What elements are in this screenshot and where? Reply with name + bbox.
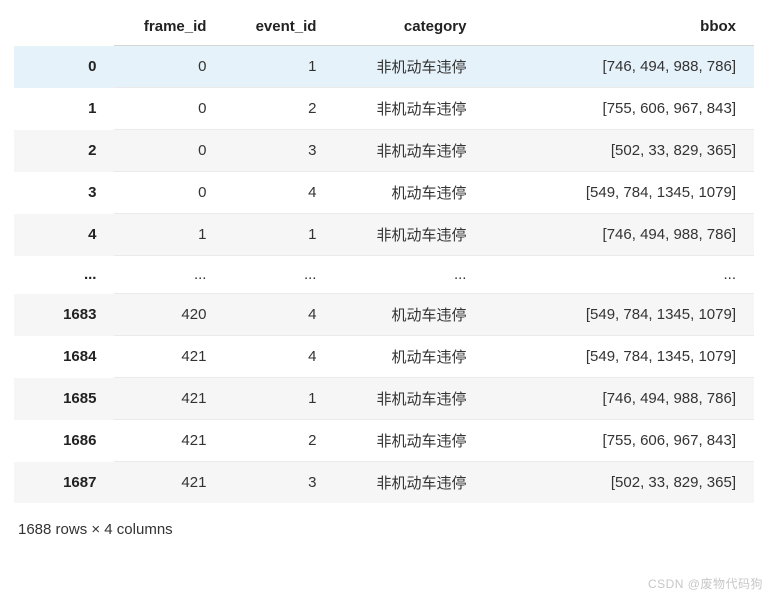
table-row: 001非机动车违停[746, 494, 988, 786] xyxy=(14,46,754,88)
row-index: 0 xyxy=(14,46,114,88)
cell-event_id: 1 xyxy=(224,46,334,88)
row-index: 1685 xyxy=(14,378,114,420)
cell-event_id: 4 xyxy=(224,336,334,378)
cell-category: 非机动车违停 xyxy=(334,88,484,130)
cell-category: ... xyxy=(334,256,484,294)
table-row: 16834204机动车违停[549, 784, 1345, 1079] xyxy=(14,294,754,336)
table-body: 001非机动车违停[746, 494, 988, 786]102非机动车违停[7… xyxy=(14,46,754,504)
cell-frame_id: 0 xyxy=(114,46,224,88)
row-index: 1686 xyxy=(14,420,114,462)
cell-event_id: 2 xyxy=(224,88,334,130)
row-index: ... xyxy=(14,256,114,294)
table-row: 102非机动车违停[755, 606, 967, 843] xyxy=(14,88,754,130)
cell-frame_id: 421 xyxy=(114,420,224,462)
cell-category: 非机动车违停 xyxy=(334,214,484,256)
cell-category: 机动车违停 xyxy=(334,336,484,378)
dataframe-table: frame_id event_id category bbox 001非机动车违… xyxy=(14,8,754,503)
cell-bbox: [746, 494, 988, 786] xyxy=(484,214,754,256)
cell-bbox: [549, 784, 1345, 1079] xyxy=(484,336,754,378)
cell-frame_id: 1 xyxy=(114,214,224,256)
col-header-frame-id: frame_id xyxy=(114,8,224,46)
cell-category: 机动车违停 xyxy=(334,172,484,214)
cell-category: 非机动车违停 xyxy=(334,130,484,172)
cell-bbox: [502, 33, 829, 365] xyxy=(484,462,754,504)
cell-event_id: 1 xyxy=(224,214,334,256)
table-row: 304机动车违停[549, 784, 1345, 1079] xyxy=(14,172,754,214)
cell-category: 非机动车违停 xyxy=(334,462,484,504)
cell-bbox: [746, 494, 988, 786] xyxy=(484,46,754,88)
cell-bbox: [549, 784, 1345, 1079] xyxy=(484,172,754,214)
cell-event_id: 3 xyxy=(224,462,334,504)
cell-event_id: ... xyxy=(224,256,334,294)
cell-event_id: 1 xyxy=(224,378,334,420)
cell-frame_id: 421 xyxy=(114,336,224,378)
cell-category: 非机动车违停 xyxy=(334,378,484,420)
cell-event_id: 3 xyxy=(224,130,334,172)
col-header-event-id: event_id xyxy=(224,8,334,46)
cell-category: 非机动车违停 xyxy=(334,420,484,462)
row-index: 1 xyxy=(14,88,114,130)
cell-bbox: [755, 606, 967, 843] xyxy=(484,88,754,130)
cell-frame_id: 420 xyxy=(114,294,224,336)
cell-event_id: 4 xyxy=(224,172,334,214)
cell-category: 机动车违停 xyxy=(334,294,484,336)
row-index: 3 xyxy=(14,172,114,214)
index-header xyxy=(14,8,114,46)
col-header-category: category xyxy=(334,8,484,46)
cell-category: 非机动车违停 xyxy=(334,46,484,88)
cell-bbox: [502, 33, 829, 365] xyxy=(484,130,754,172)
table-row: 16844214机动车违停[549, 784, 1345, 1079] xyxy=(14,336,754,378)
watermark-text: CSDN @废物代码狗 xyxy=(648,575,763,592)
cell-frame_id: 0 xyxy=(114,130,224,172)
summary-text: 1688 rows × 4 columns xyxy=(14,521,763,538)
row-index: 4 xyxy=(14,214,114,256)
table-row: 16854211非机动车违停[746, 494, 988, 786] xyxy=(14,378,754,420)
table-row: ............... xyxy=(14,256,754,294)
cell-bbox: [746, 494, 988, 786] xyxy=(484,378,754,420)
cell-bbox: [549, 784, 1345, 1079] xyxy=(484,294,754,336)
cell-frame_id: 421 xyxy=(114,378,224,420)
col-header-bbox: bbox xyxy=(484,8,754,46)
cell-bbox: [755, 606, 967, 843] xyxy=(484,420,754,462)
cell-frame_id: 0 xyxy=(114,88,224,130)
cell-frame_id: 0 xyxy=(114,172,224,214)
cell-frame_id: 421 xyxy=(114,462,224,504)
table-row: 16864212非机动车违停[755, 606, 967, 843] xyxy=(14,420,754,462)
cell-bbox: ... xyxy=(484,256,754,294)
row-index: 1684 xyxy=(14,336,114,378)
table-row: 411非机动车违停[746, 494, 988, 786] xyxy=(14,214,754,256)
cell-event_id: 4 xyxy=(224,294,334,336)
cell-frame_id: ... xyxy=(114,256,224,294)
row-index: 2 xyxy=(14,130,114,172)
cell-event_id: 2 xyxy=(224,420,334,462)
table-row: 16874213非机动车违停[502, 33, 829, 365] xyxy=(14,462,754,504)
table-row: 203非机动车违停[502, 33, 829, 365] xyxy=(14,130,754,172)
row-index: 1687 xyxy=(14,462,114,504)
header-row: frame_id event_id category bbox xyxy=(14,8,754,46)
row-index: 1683 xyxy=(14,294,114,336)
